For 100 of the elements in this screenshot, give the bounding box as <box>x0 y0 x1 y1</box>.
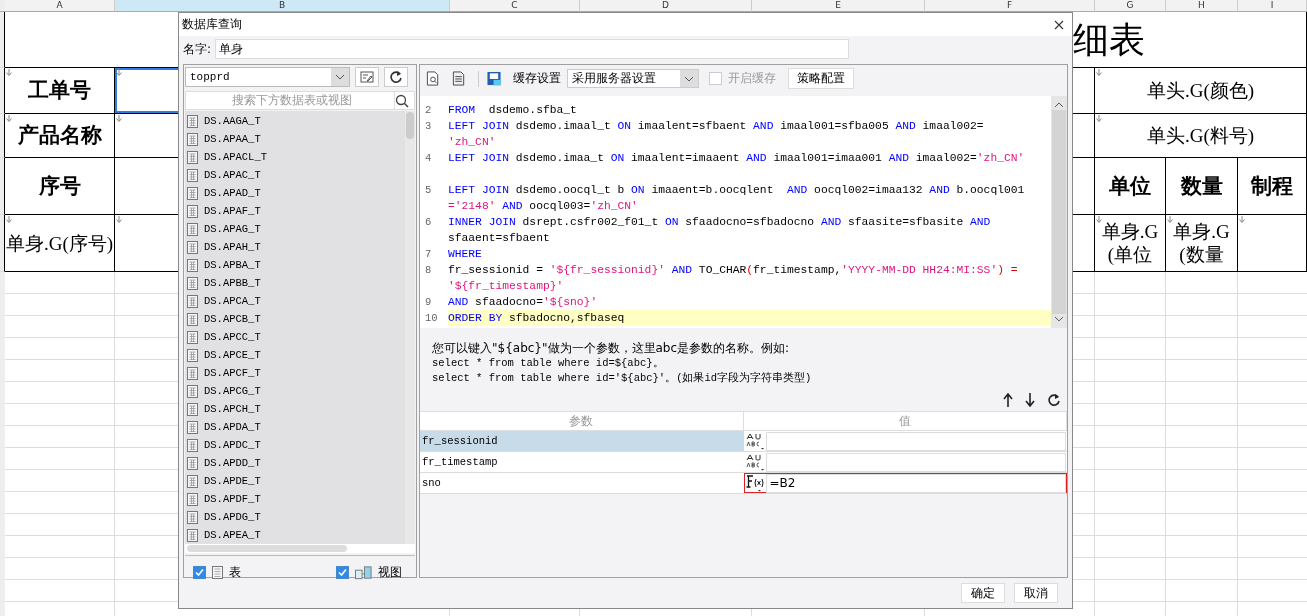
table-name[interactable]: DS.APDG_T <box>204 511 261 523</box>
table-name[interactable]: DS.APCC_T <box>204 331 261 343</box>
row-header[interactable] <box>0 12 5 68</box>
table-icon <box>187 384 198 398</box>
edit-icon <box>360 71 374 83</box>
table-name[interactable]: DS.APAH_T <box>204 241 261 253</box>
table-icon <box>187 438 198 452</box>
table-name[interactable]: DS.APBA_T <box>204 259 261 271</box>
cache-mode-dropdown[interactable]: 采用服务器设置 <box>567 69 699 88</box>
table-icon <box>187 492 198 506</box>
table-name[interactable]: DS.APDD_T <box>204 457 261 469</box>
scroll-up-icon[interactable] <box>1054 102 1064 108</box>
scrollbar[interactable] <box>405 111 415 544</box>
value-field[interactable] <box>765 431 1066 451</box>
table-name[interactable]: DS.APCA_T <box>204 295 261 307</box>
column-header[interactable]: A <box>5 0 115 12</box>
column-header[interactable]: D <box>580 0 752 12</box>
expand-marker-icon <box>116 69 122 76</box>
corner-cell[interactable] <box>0 0 5 12</box>
row-header[interactable] <box>0 68 5 114</box>
text-type-icon[interactable] <box>744 432 765 450</box>
sheet-cell[interactable]: 工单号 <box>5 68 115 114</box>
table-name[interactable]: DS.APCG_T <box>204 385 261 397</box>
row-header[interactable] <box>0 158 5 215</box>
table-name[interactable]: DS.APBB_T <box>204 277 261 289</box>
table-name[interactable]: DS.APEA_T <box>204 529 261 541</box>
edit-connection-button[interactable] <box>355 67 379 87</box>
parameter-name[interactable]: sno <box>420 473 744 493</box>
table-name[interactable]: DS.APACL_T <box>204 151 267 163</box>
table-name[interactable]: DS.APDC_T <box>204 439 261 451</box>
sheet-cell[interactable]: 制程 <box>1238 158 1307 215</box>
formula-icon[interactable] <box>744 474 765 492</box>
table-name[interactable]: DS.APCE_T <box>204 349 261 361</box>
table-name[interactable]: DS.APCF_T <box>204 367 261 379</box>
checkbox[interactable] <box>193 566 206 579</box>
value-field[interactable] <box>765 452 1066 472</box>
table-name[interactable]: DS.APAC_T <box>204 169 261 181</box>
refresh-icon[interactable] <box>1047 393 1061 407</box>
text-type-icon[interactable] <box>744 453 765 471</box>
scrollbar-thumb[interactable] <box>406 112 414 139</box>
sheet-cell[interactable]: 数量 <box>1166 158 1238 215</box>
parameter-name[interactable]: fr_timestamp <box>420 452 744 472</box>
table-name[interactable]: DS.APAD_T <box>204 187 261 199</box>
table-name[interactable]: DS.APDE_T <box>204 475 261 487</box>
column-header[interactable]: B <box>115 0 450 12</box>
sheet-cell[interactable]: 产品名称 <box>5 114 115 158</box>
ok-button[interactable]: 确定 <box>961 583 1005 603</box>
line-number: 9 <box>425 296 432 308</box>
table-name[interactable]: DS.APCB_T <box>204 313 261 325</box>
table-name[interactable]: DS.APAF_T <box>204 205 261 217</box>
table-icon <box>187 366 198 380</box>
sheet-cell[interactable]: 单头.G(料号) <box>1095 114 1307 158</box>
table-name[interactable]: DS.APDF_T <box>204 493 261 505</box>
view-icon <box>355 565 372 580</box>
name-field[interactable]: 单身 <box>215 39 850 59</box>
line-number: 6 <box>425 216 432 228</box>
table-name[interactable]: DS.APAA_T <box>204 133 261 145</box>
column-header[interactable]: H <box>1166 0 1238 12</box>
scrollbar-thumb[interactable] <box>187 545 347 552</box>
table-icon <box>187 258 198 272</box>
scrollbar[interactable] <box>185 544 415 553</box>
table-name[interactable]: DS.APDA_T <box>204 421 261 433</box>
strategy-button[interactable]: 策略配置 <box>788 68 854 89</box>
column-header[interactable]: E <box>752 0 925 12</box>
caret-icon <box>335 74 345 80</box>
preview-icon[interactable] <box>426 71 440 86</box>
row-header[interactable] <box>0 215 5 272</box>
move-up-icon[interactable] <box>1003 393 1013 407</box>
table-name[interactable]: DS.AAGA_T <box>204 115 261 127</box>
refresh-button[interactable] <box>384 67 408 87</box>
column-header[interactable]: G <box>1095 0 1166 12</box>
table-icon <box>187 420 198 434</box>
cancel-button[interactable]: 取消 <box>1014 583 1058 603</box>
cell-text: 单位 <box>1109 174 1151 198</box>
expand-marker-icon <box>116 115 122 122</box>
expand-marker-icon <box>6 216 12 223</box>
code-line: FROM dsdemo.sfba_t <box>448 103 578 118</box>
table-icon <box>187 114 198 128</box>
column-header[interactable]: F <box>925 0 1095 12</box>
move-down-icon[interactable] <box>1025 393 1035 407</box>
scrollbar[interactable] <box>1051 96 1067 328</box>
cell-text: 序号 <box>38 174 81 198</box>
sheet-cell[interactable]: 序号 <box>5 158 115 215</box>
sql-editor[interactable] <box>420 96 1067 328</box>
column-header[interactable]: C <box>450 0 580 12</box>
cell-text: 单头.G(颜色) <box>1146 79 1255 102</box>
sheet-cell[interactable]: 单位 <box>1095 158 1166 215</box>
sheet-cell[interactable]: 单头.G(颜色) <box>1095 68 1307 114</box>
scroll-down-icon[interactable] <box>1054 316 1064 322</box>
table-icon <box>187 330 198 344</box>
table-name[interactable]: DS.APCH_T <box>204 403 261 415</box>
table-name[interactable]: DS.APAG_T <box>204 223 261 235</box>
checkbox[interactable] <box>336 566 349 579</box>
close-icon[interactable] <box>1054 19 1064 30</box>
row-header[interactable] <box>0 114 5 158</box>
parameter-name[interactable]: fr_sessionid <box>420 431 744 451</box>
connection-dropdown[interactable]: topprd <box>185 67 350 87</box>
scrollbar-thumb[interactable] <box>1052 109 1066 315</box>
document-icon[interactable] <box>452 71 466 86</box>
column-header[interactable]: I <box>1238 0 1307 12</box>
